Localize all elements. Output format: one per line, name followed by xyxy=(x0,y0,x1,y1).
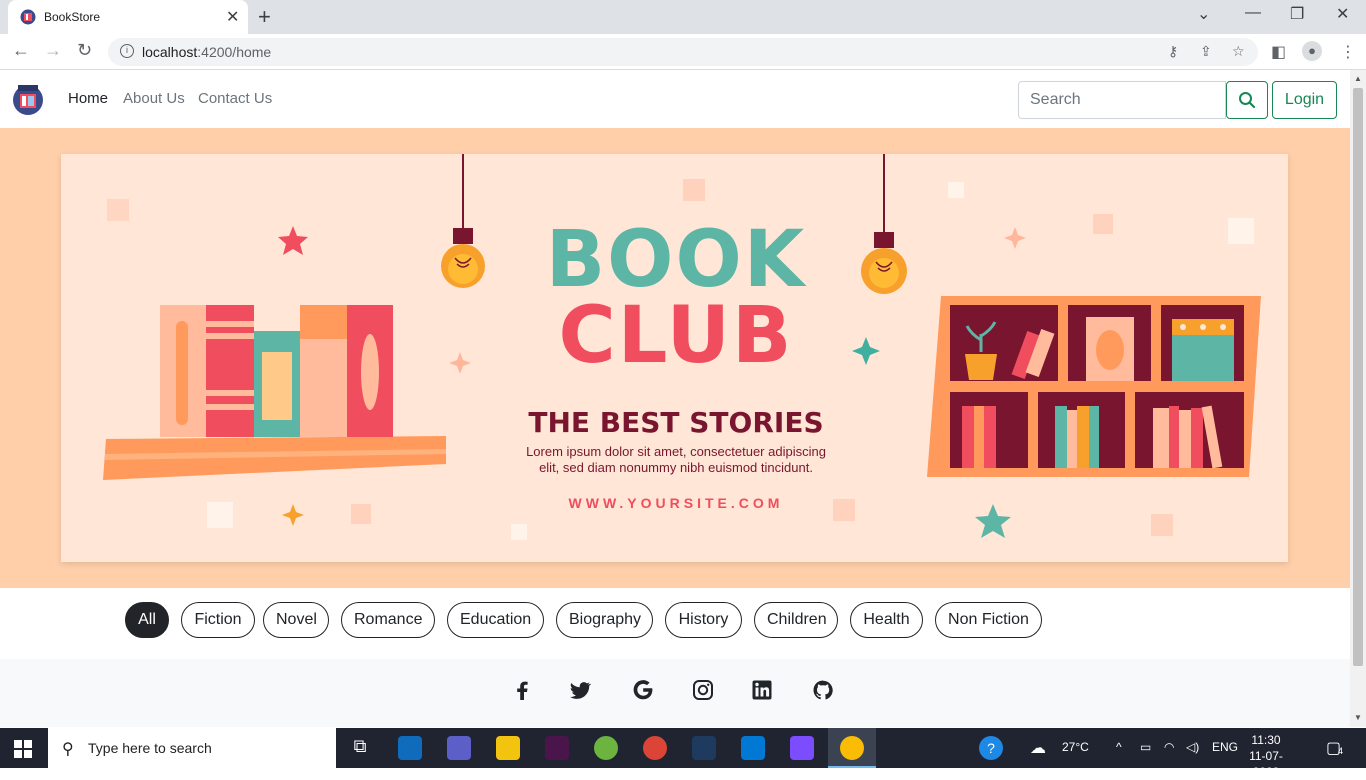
search-input[interactable] xyxy=(1018,81,1226,119)
wifi-icon[interactable]: ◠ xyxy=(1164,740,1174,754)
github-icon[interactable] xyxy=(812,679,834,701)
page-viewport: Home About Us Contact Us Login xyxy=(0,70,1350,727)
tab-title: BookStore xyxy=(44,10,101,24)
nav-link-home[interactable]: Home xyxy=(68,90,108,107)
file-explorer-icon[interactable] xyxy=(496,736,520,760)
vscode-icon[interactable] xyxy=(741,736,765,760)
minimize-icon[interactable]: — xyxy=(1245,4,1261,22)
restore-icon[interactable]: ❐ xyxy=(1290,4,1304,24)
notification-count: 4 xyxy=(1338,746,1344,756)
scroll-up-icon[interactable]: ▲ xyxy=(1354,74,1362,83)
banner-title-book: BOOK xyxy=(545,215,807,305)
slack-icon[interactable] xyxy=(545,736,569,760)
scroll-down-icon[interactable]: ▼ xyxy=(1354,713,1362,722)
facebook-icon[interactable] xyxy=(511,679,533,701)
clock-time: 11:30 xyxy=(1251,733,1281,747)
weather-cloud-icon[interactable]: ☁ xyxy=(1030,738,1046,758)
address-bar: ← → ↻ i localhost:4200/home ⚷ ⇪ ☆ ◧ ● ⋮ xyxy=(0,34,1366,70)
bookstore-favicon-icon xyxy=(20,9,36,25)
category-fiction[interactable]: Fiction xyxy=(181,602,255,638)
banner-title-club: CLUB xyxy=(558,291,794,381)
category-filter-bar: All Fiction Novel Romance Education Biog… xyxy=(0,588,1350,659)
category-romance[interactable]: Romance xyxy=(341,602,435,638)
category-novel[interactable]: Novel xyxy=(263,602,329,638)
category-non-fiction[interactable]: Non Fiction xyxy=(935,602,1042,638)
teams-icon[interactable] xyxy=(447,736,471,760)
taskbar-search-placeholder: Type here to search xyxy=(88,740,212,756)
category-biography[interactable]: Biography xyxy=(556,602,653,638)
help-icon[interactable]: ? xyxy=(979,736,1003,760)
chrome-icon xyxy=(840,736,864,760)
twitter-icon[interactable] xyxy=(569,679,591,701)
banner-body-line-1: Lorem ipsum dolor sit amet, consectetuer… xyxy=(526,444,826,459)
taskbar-search-icon: ⚲ xyxy=(62,741,74,758)
search-button[interactable] xyxy=(1226,81,1268,119)
category-all[interactable]: All xyxy=(125,602,169,638)
clock-date: 11-07-2023 xyxy=(1249,749,1283,779)
linkedin-icon[interactable] xyxy=(751,679,773,701)
side-panel-icon[interactable]: ◧ xyxy=(1271,42,1286,62)
tab-search-icon[interactable]: ⌄ xyxy=(1197,4,1210,24)
language-indicator[interactable]: ENG xyxy=(1212,740,1238,754)
windows-taskbar: ⚲ Type here to search ⧉ ? ☁ 27°C ^ ▭ ◠ ◁… xyxy=(0,728,1366,779)
instagram-icon[interactable] xyxy=(692,679,714,701)
banner-subtitle: THE BEST STORIES xyxy=(528,406,824,439)
scrollbar-thumb[interactable] xyxy=(1353,88,1363,666)
category-health[interactable]: Health xyxy=(850,602,923,638)
book-club-banner: BOOK CLUB THE BEST STORIES Lorem ipsum d… xyxy=(61,154,1288,562)
spring-tool-icon[interactable] xyxy=(594,736,618,760)
omnibox[interactable]: i localhost:4200/home ⚷ ⇪ ☆ xyxy=(108,38,1258,66)
browser-tab[interactable]: BookStore ✕ xyxy=(8,0,248,34)
hero-section: BOOK CLUB THE BEST STORIES Lorem ipsum d… xyxy=(0,128,1350,588)
back-icon[interactable]: ← xyxy=(12,40,30,61)
login-button[interactable]: Login xyxy=(1272,81,1337,119)
chrome-taskbar-active[interactable] xyxy=(828,728,876,768)
git-kraken-icon[interactable] xyxy=(790,736,814,760)
volume-icon[interactable]: ◁) xyxy=(1186,740,1199,754)
category-history[interactable]: History xyxy=(665,602,742,638)
reload-icon[interactable]: ↻ xyxy=(77,40,92,61)
outlook-icon[interactable] xyxy=(398,736,422,760)
forward-icon[interactable]: → xyxy=(44,40,62,61)
taskbar-search-box[interactable]: ⚲ Type here to search xyxy=(48,728,336,768)
page-scrollbar[interactable]: ▲ ▼ xyxy=(1350,70,1366,727)
menu-dots-icon[interactable]: ⋮ xyxy=(1340,42,1356,62)
category-children[interactable]: Children xyxy=(754,602,838,638)
url-path: :4200/home xyxy=(197,44,272,60)
site-footer xyxy=(0,659,1350,727)
close-window-icon[interactable]: ✕ xyxy=(1336,4,1349,24)
banner-body-line-2: elit, sed diam nonummy nibh euismod tinc… xyxy=(539,460,813,475)
nav-link-contact-us[interactable]: Contact Us xyxy=(198,90,272,107)
mysql-workbench-icon[interactable] xyxy=(692,736,716,760)
url-text: localhost:4200/home xyxy=(142,44,271,60)
google-icon[interactable] xyxy=(632,679,654,701)
show-hidden-icons-icon[interactable]: ^ xyxy=(1116,740,1122,754)
site-info-icon[interactable]: i xyxy=(120,44,134,58)
chrome-profile-icon[interactable] xyxy=(643,736,667,760)
new-tab-icon[interactable]: + xyxy=(258,4,271,30)
task-view-icon[interactable]: ⧉ xyxy=(348,736,372,760)
nav-link-about-us[interactable]: About Us xyxy=(123,90,185,107)
bookstore-logo-icon[interactable] xyxy=(12,82,44,116)
category-education[interactable]: Education xyxy=(447,602,544,638)
banner-website: WWW.YOURSITE.COM xyxy=(568,495,784,511)
weather-temp[interactable]: 27°C xyxy=(1062,740,1089,754)
url-host: localhost xyxy=(142,44,198,60)
site-navbar: Home About Us Contact Us Login xyxy=(0,70,1350,128)
battery-icon[interactable]: ▭ xyxy=(1140,740,1151,754)
key-icon[interactable]: ⚷ xyxy=(1168,43,1178,60)
windows-start-icon[interactable] xyxy=(14,740,32,758)
taskbar-clock[interactable]: 11:30 11-07-2023 xyxy=(1236,732,1296,780)
profile-icon[interactable]: ● xyxy=(1302,41,1322,61)
share-icon[interactable]: ⇪ xyxy=(1200,43,1212,60)
bookmark-star-icon[interactable]: ☆ xyxy=(1232,43,1245,60)
browser-tab-bar: BookStore ✕ + ⌄ — ❐ ✕ xyxy=(0,0,1366,34)
search-icon xyxy=(1239,92,1256,109)
tab-close-icon[interactable]: ✕ xyxy=(226,7,239,27)
